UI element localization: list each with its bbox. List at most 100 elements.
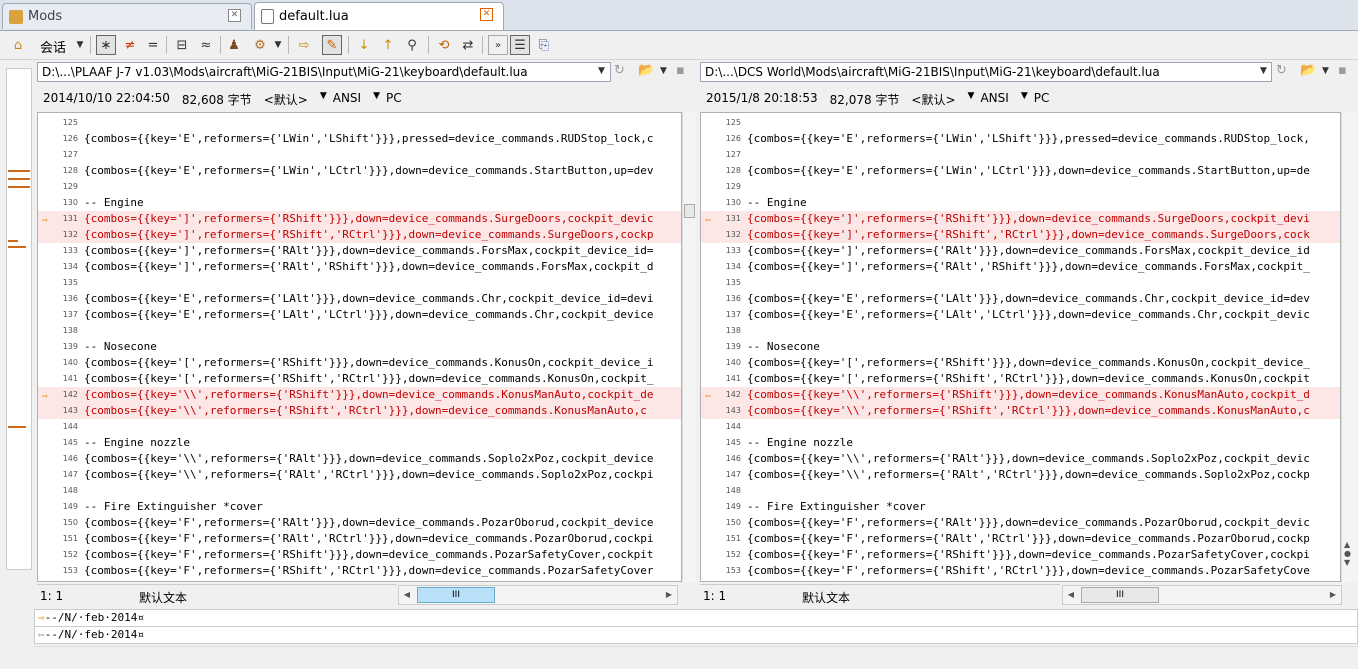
code-line[interactable]: 137 {combos={{key='E',reformers={'LAlt','… [701, 307, 1340, 323]
close-icon[interactable]: ✕ [228, 9, 241, 22]
format-icon[interactable]: ⚙ [250, 35, 270, 55]
show-same-icon[interactable]: = [143, 35, 163, 55]
open-folder-icon[interactable]: 📂 [1300, 63, 1316, 78]
diff-code-line[interactable]: ⇨ 131 {combos={{key=']',reformers={'RShift… [38, 211, 681, 227]
code-line[interactable]: 147 {combos={{key='\\',reformers={'RAlt',… [38, 467, 681, 483]
session-menu[interactable]: 会话 [40, 37, 66, 56]
diff-code-line[interactable]: 132 {combos={{key=']',reformers={'RShift'… [38, 227, 681, 243]
context-icon[interactable]: ⊟ [172, 35, 192, 55]
code-line[interactable]: 128 {combos={{key='E',reformers={'LWin','… [38, 163, 681, 179]
tab-default-lua[interactable]: default.lua ✕ [254, 2, 504, 30]
code-line[interactable]: 151 {combos={{key='F',reformers={'RAlt','… [701, 531, 1340, 547]
code-line[interactable]: 140 {combos={{key='[',reformers={'RShift'… [38, 355, 681, 371]
refresh-icon[interactable]: ⎘ [534, 35, 554, 55]
code-line[interactable]: 148 [38, 483, 681, 499]
diff-code-line[interactable]: ⇦ 142 {combos={{key='\\',reformers={'RShif… [701, 387, 1340, 403]
left-vertical-scroll-thumb[interactable] [684, 204, 695, 218]
code-line[interactable]: 136 {combos={{key='E',reformers={'LAlt'}}… [701, 291, 1340, 307]
right-code-pane[interactable]: 125 126 {combos={{key='E',reformers={'LWin… [700, 112, 1341, 582]
diff-code-line[interactable]: ⇦ 131 {combos={{key=']',reformers={'RShift… [701, 211, 1340, 227]
code-line[interactable]: 151 {combos={{key='F',reformers={'RAlt','… [38, 531, 681, 547]
scroll-left-icon[interactable]: ◀ [1064, 587, 1078, 603]
code-line[interactable]: 145 -- Engine nozzle [38, 435, 681, 451]
reload-icon[interactable]: ↻ [1276, 63, 1287, 78]
session-dropdown-icon[interactable]: ▼ [70, 35, 90, 55]
code-line[interactable]: 139 -- Nosecone [38, 339, 681, 355]
code-line[interactable]: 145 -- Engine nozzle [701, 435, 1340, 451]
left-horizontal-scrollbar[interactable]: ◀ III ▶ [398, 585, 678, 605]
chevron-down-icon[interactable]: ▼ [320, 91, 327, 108]
next-diff-icon[interactable]: ↓ [354, 35, 374, 55]
ignore-icon[interactable]: ≈ [196, 35, 216, 55]
show-diff-icon[interactable]: ≠ [120, 35, 140, 55]
right-vertical-scrollbar[interactable] [1341, 112, 1357, 582]
code-line[interactable]: 126 {combos={{key='E',reformers={'LWin','… [38, 131, 681, 147]
code-line[interactable]: 144 [701, 419, 1340, 435]
left-code-pane[interactable]: 125 126 {combos={{key='E',reformers={'LWin… [37, 112, 682, 582]
code-line[interactable]: 127 [38, 147, 681, 163]
right-lineend[interactable]: PC [1034, 91, 1050, 108]
code-line[interactable]: 136 {combos={{key='E',reformers={'LAlt'}}… [38, 291, 681, 307]
code-line[interactable]: 152 {combos={{key='F',reformers={'RShift'… [38, 547, 681, 563]
code-line[interactable]: 146 {combos={{key='\\',reformers={'RAlt'}… [38, 451, 681, 467]
left-charset[interactable]: ANSI [333, 91, 361, 108]
right-path-field[interactable]: D:\...\DCS World\Mods\aircraft\MiG-21BIS… [700, 62, 1272, 82]
code-line[interactable]: 127 [701, 147, 1340, 163]
diff-code-line[interactable]: ⇨ 142 {combos={{key='\\',reformers={'RShif… [38, 387, 681, 403]
tab-mods[interactable]: Mods ✕ [2, 3, 252, 29]
chevron-down-icon[interactable]: ▼ [1021, 91, 1028, 108]
code-line[interactable]: 134 {combos={{key=']',reformers={'RAlt','… [701, 259, 1340, 275]
code-line[interactable]: 141 {combos={{key='[',reformers={'RShift'… [38, 371, 681, 387]
code-line[interactable]: 135 [38, 275, 681, 291]
code-line[interactable]: 128 {combos={{key='E',reformers={'LWin','… [701, 163, 1340, 179]
chevron-down-icon[interactable]: ▼ [373, 91, 380, 108]
code-line[interactable]: 134 {combos={{key=']',reformers={'RAlt','… [38, 259, 681, 275]
code-line[interactable]: 140 {combos={{key='[',reformers={'RShift'… [701, 355, 1340, 371]
code-line[interactable]: 130 -- Engine [701, 195, 1340, 211]
code-line[interactable]: 133 {combos={{key=']',reformers={'RAlt'}}… [701, 243, 1340, 259]
code-line[interactable]: 149 -- Fire Extinguisher *cover [38, 499, 681, 515]
right-encoding-default[interactable]: <默认> [911, 91, 955, 108]
home-icon[interactable]: ⌂ [8, 35, 28, 55]
right-horizontal-scrollbar[interactable]: ◀ III ▶ [1062, 585, 1342, 605]
left-horizontal-scroll-thumb[interactable]: III [417, 587, 495, 603]
chevron-down-icon[interactable]: ▼ [598, 66, 605, 76]
scroll-nav-icons[interactable]: ▲ ● ▼ [1344, 540, 1351, 567]
code-line[interactable]: 153 {combos={{key='F',reformers={'RShift'… [38, 563, 681, 579]
scroll-right-icon[interactable]: ▶ [662, 587, 676, 603]
swap-icon[interactable]: ⇄ [458, 35, 478, 55]
code-line[interactable]: 139 -- Nosecone [701, 339, 1340, 355]
save-icon[interactable]: ▪ [676, 63, 685, 78]
close-icon[interactable]: ✕ [480, 8, 493, 21]
code-line[interactable]: 130 -- Engine [38, 195, 681, 211]
diff-overview-gutter[interactable] [0, 60, 34, 580]
sync-icon[interactable]: ⟲ [434, 35, 454, 55]
next-section-icon[interactable]: ⇨ [294, 35, 314, 55]
code-line[interactable]: 126 {combos={{key='E',reformers={'LWin','… [701, 131, 1340, 147]
find-icon[interactable]: ⚲ [402, 35, 422, 55]
diff-code-line[interactable]: 132 {combos={{key=']',reformers={'RShift'… [701, 227, 1340, 243]
right-charset[interactable]: ANSI [980, 91, 1008, 108]
bottom-line-right[interactable]: ⇦--/N/·feb·2014¤ [34, 626, 1358, 644]
code-line[interactable]: 150 {combos={{key='F',reformers={'RAlt'}}… [38, 515, 681, 531]
bottom-line-left[interactable]: ⇨--/N/·feb·2014¤ [34, 609, 1358, 627]
code-line[interactable]: 129 [38, 179, 681, 195]
expand-icon[interactable]: » [488, 35, 508, 55]
code-line[interactable]: 125 [38, 115, 681, 131]
code-line[interactable]: 133 {combos={{key=']',reformers={'RAlt'}}… [38, 243, 681, 259]
chevron-down-icon[interactable]: ▼ [1260, 66, 1267, 76]
code-line[interactable]: 152 {combos={{key='F',reformers={'RShift'… [701, 547, 1340, 563]
diff-code-line[interactable]: 143 {combos={{key='\\',reformers={'RShift… [38, 403, 681, 419]
code-line[interactable]: 148 [701, 483, 1340, 499]
code-line[interactable]: 135 [701, 275, 1340, 291]
left-path-field[interactable]: D:\...\PLAAF J-7 v1.03\Mods\aircraft\MiG… [37, 62, 611, 82]
chevron-down-icon[interactable]: ▼ [968, 91, 975, 108]
code-line[interactable]: 146 {combos={{key='\\',reformers={'RAlt'}… [701, 451, 1340, 467]
show-all-icon[interactable]: ∗ [96, 35, 116, 55]
code-line[interactable]: 141 {combos={{key='[',reformers={'RShift'… [701, 371, 1340, 387]
code-line[interactable]: 138 [38, 323, 681, 339]
code-line[interactable]: 147 {combos={{key='\\',reformers={'RAlt',… [701, 467, 1340, 483]
edit-icon[interactable]: ✎ [322, 35, 342, 55]
prev-diff-icon[interactable]: ↑ [378, 35, 398, 55]
format-dropdown-icon[interactable]: ▼ [268, 35, 288, 55]
